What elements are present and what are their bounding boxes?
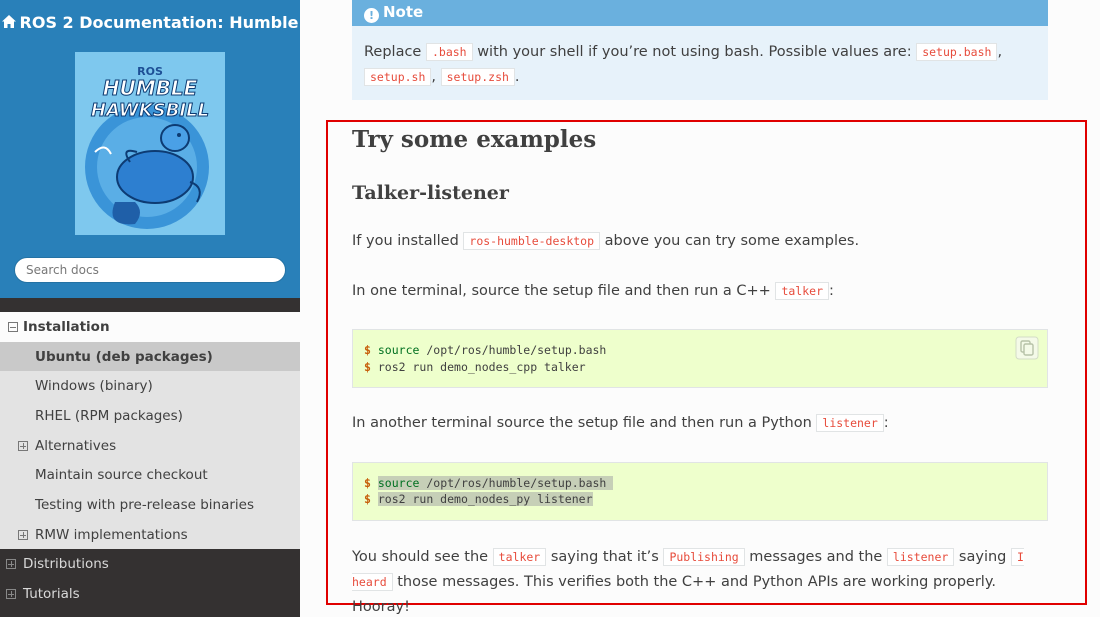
para-text: above you can try some examples. bbox=[604, 233, 860, 249]
code-cmd: source bbox=[377, 343, 420, 357]
home-icon bbox=[1, 13, 16, 32]
nav-label: Ubuntu (deb packages) bbox=[35, 349, 213, 365]
note-admonition: ! Note Replace .bash with your shell if y… bbox=[352, 0, 1048, 100]
code-block-talker[interactable]: $ source /opt/ros/humble/setup.bash $ ro… bbox=[352, 329, 1048, 388]
nav-item-alternatives[interactable]: Alternatives bbox=[0, 431, 300, 461]
nav-label: RMW implementations bbox=[35, 527, 188, 543]
note-text: , bbox=[431, 69, 436, 85]
nav-label: Tutorials bbox=[23, 586, 80, 602]
nav-item-testing-prerelease[interactable]: Testing with pre-release binaries bbox=[0, 490, 300, 520]
nav-label: RHEL (RPM packages) bbox=[35, 408, 183, 424]
para-text: saying that it’s bbox=[550, 549, 659, 565]
note-body: Replace .bash with your shell if you’re … bbox=[364, 40, 1036, 90]
para-text: In another terminal source the setup fil… bbox=[352, 415, 812, 431]
nav-label: Maintain source checkout bbox=[35, 467, 208, 483]
sidebar-header: ROS 2 Documentation: Humble ROS HUMBLE H… bbox=[0, 0, 300, 298]
paragraph-terminal-1: In one terminal, source the setup file a… bbox=[352, 282, 834, 300]
nav-label: Alternatives bbox=[35, 438, 117, 454]
nav-label: Testing with pre-release binaries bbox=[35, 497, 254, 513]
copy-icon bbox=[1015, 336, 1039, 360]
prompt: $ bbox=[364, 343, 371, 357]
section-heading: Try some examples bbox=[352, 126, 597, 153]
project-title-link[interactable]: ROS 2 Documentation: Humble bbox=[0, 13, 300, 32]
search-box bbox=[14, 257, 286, 283]
nav-item-distributions[interactable]: Distributions bbox=[0, 549, 300, 579]
code-literal: .bash bbox=[425, 43, 473, 61]
nav-label: Distributions bbox=[23, 556, 109, 572]
note-title: ! Note bbox=[352, 0, 1048, 26]
code-text: ros2 run demo_nodes_cpp talker bbox=[377, 360, 586, 374]
para-text: those messages. This verifies both the C… bbox=[352, 574, 996, 615]
nav-label: Installation bbox=[23, 319, 110, 335]
nav-item-windows[interactable]: Windows (binary) bbox=[0, 371, 300, 401]
note-text: Replace bbox=[364, 44, 422, 60]
code-text: /opt/ros/humble/setup.bash bbox=[419, 343, 607, 357]
nav-item-ubuntu[interactable]: Ubuntu (deb packages) bbox=[0, 342, 300, 372]
note-text: , bbox=[997, 44, 1003, 60]
subsection-heading: Talker-listener bbox=[352, 182, 509, 204]
code-line: $ source /opt/ros/humble/setup.bash bbox=[364, 476, 614, 490]
code-text: ros2 run demo_nodes_py listener bbox=[377, 492, 593, 506]
project-title-text: ROS 2 Documentation: Humble bbox=[19, 13, 299, 32]
para-text: If you installed bbox=[352, 233, 459, 249]
para-text: You should see the bbox=[352, 549, 489, 565]
prompt: $ bbox=[364, 476, 371, 490]
expand-icon[interactable] bbox=[6, 559, 16, 569]
code-literal: ros-humble-desktop bbox=[463, 232, 601, 250]
prompt: $ bbox=[364, 492, 371, 506]
search-input[interactable] bbox=[14, 257, 286, 283]
nav-item-rmw[interactable]: RMW implementations bbox=[0, 520, 300, 550]
sidebar: ROS 2 Documentation: Humble ROS HUMBLE H… bbox=[0, 0, 300, 617]
code-literal: talker bbox=[775, 282, 829, 300]
paragraph-installed: If you installed ros-humble-desktop abov… bbox=[352, 232, 860, 250]
code-literal: setup.zsh bbox=[440, 68, 515, 86]
para-text: : bbox=[829, 283, 834, 299]
copy-button[interactable] bbox=[1015, 336, 1039, 360]
para-text: messages and the bbox=[749, 549, 883, 565]
expand-icon[interactable] bbox=[6, 589, 16, 599]
expand-icon[interactable] bbox=[18, 441, 28, 451]
para-text: : bbox=[883, 415, 889, 431]
prompt: $ bbox=[364, 360, 371, 374]
nav-item-tutorials[interactable]: Tutorials bbox=[0, 579, 300, 609]
code-text: /opt/ros/humble/setup.bash bbox=[419, 476, 607, 490]
para-text: In one terminal, source the setup file a… bbox=[352, 283, 771, 299]
nav-item-installation[interactable]: Installation bbox=[0, 312, 300, 342]
note-text: with your shell if you’re not using bash… bbox=[477, 44, 912, 60]
collapse-icon[interactable] bbox=[8, 322, 18, 332]
code-line: $ ros2 run demo_nodes_py listener bbox=[364, 492, 593, 506]
code-line: $ ros2 run demo_nodes_cpp talker bbox=[364, 360, 586, 374]
paragraph-result: You should see the talker saying that it… bbox=[352, 545, 1052, 617]
code-cmd: source bbox=[377, 476, 420, 490]
nav-item-rhel[interactable]: RHEL (RPM packages) bbox=[0, 401, 300, 431]
para-text: saying bbox=[958, 549, 1007, 565]
code-literal: setup.bash bbox=[916, 43, 998, 61]
code-literal: listener bbox=[886, 548, 955, 566]
code-literal: talker bbox=[492, 548, 547, 566]
humble-hawksbill-logo[interactable]: ROS HUMBLE HAWKSBILL bbox=[75, 52, 225, 235]
code-block-listener[interactable]: $ source /opt/ros/humble/setup.bash $ ro… bbox=[352, 462, 1048, 521]
note-text: . bbox=[514, 69, 520, 85]
expand-icon[interactable] bbox=[18, 530, 28, 540]
paragraph-terminal-2: In another terminal source the setup fil… bbox=[352, 414, 889, 432]
nav-label: Windows (binary) bbox=[35, 378, 153, 394]
code-line: $ source /opt/ros/humble/setup.bash bbox=[364, 343, 606, 357]
logo-line2: HAWKSBILL bbox=[91, 100, 209, 121]
info-icon: ! bbox=[364, 8, 379, 23]
logo-line1: HUMBLE bbox=[103, 76, 198, 100]
nav-item-maintain-source[interactable]: Maintain source checkout bbox=[0, 460, 300, 490]
note-title-text: Note bbox=[383, 3, 424, 21]
code-literal: setup.sh bbox=[364, 68, 432, 86]
code-literal: listener bbox=[816, 414, 884, 432]
code-literal: Publishing bbox=[663, 548, 745, 566]
